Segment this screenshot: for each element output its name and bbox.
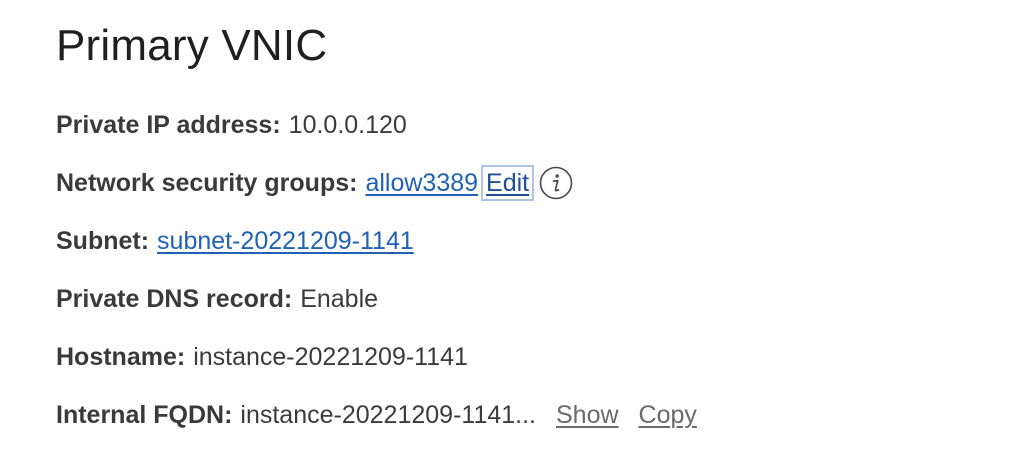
- hostname-value: instance-20221209-1141: [193, 343, 468, 371]
- nsg-link-allow3389[interactable]: allow3389: [365, 168, 478, 198]
- vnic-details: Private IP address: 10.0.0.120 Network s…: [56, 96, 996, 444]
- show-fqdn-link[interactable]: Show: [556, 400, 619, 430]
- private-ip-label: Private IP address:: [56, 111, 281, 139]
- network-security-groups-label: Network security groups:: [56, 169, 358, 197]
- hostname-row: Hostname: instance-20221209-1141: [56, 328, 996, 386]
- internal-fqdn-label: Internal FQDN:: [56, 401, 233, 429]
- private-dns-record-value: Enable: [300, 285, 379, 313]
- copy-fqdn-link[interactable]: Copy: [639, 400, 697, 430]
- primary-vnic-panel: Primary VNIC Private IP address: 10.0.0.…: [56, 18, 996, 444]
- internal-fqdn-row: Internal FQDN: instance-20221209-1141...…: [56, 386, 996, 444]
- internal-fqdn-value: instance-20221209-1141...: [240, 401, 536, 429]
- edit-nsg-link[interactable]: Edit: [481, 165, 535, 201]
- subnet-row: Subnet: subnet-20221209-1141: [56, 212, 996, 270]
- section-title: Primary VNIC: [56, 21, 328, 70]
- private-ip-row: Private IP address: 10.0.0.120: [56, 96, 996, 154]
- private-ip-value: 10.0.0.120: [288, 111, 407, 139]
- info-icon-graphic: [539, 166, 573, 200]
- network-security-groups-row: Network security groups: allow3389 Edit: [56, 154, 996, 212]
- private-dns-record-row: Private DNS record: Enable: [56, 270, 996, 328]
- info-icon[interactable]: [539, 166, 573, 200]
- hostname-label: Hostname:: [56, 343, 186, 371]
- subnet-label: Subnet:: [56, 227, 150, 255]
- private-dns-record-label: Private DNS record:: [56, 285, 293, 313]
- subnet-link[interactable]: subnet-20221209-1141: [157, 226, 414, 256]
